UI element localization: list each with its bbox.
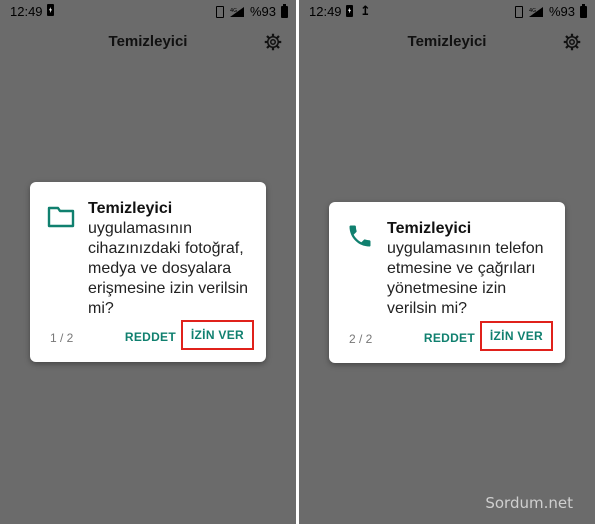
page-indicator: 1 / 2 bbox=[50, 331, 74, 345]
dialog-message: uygulamasının cihazınızdaki fotoğraf, me… bbox=[88, 220, 249, 317]
battery-icon bbox=[580, 3, 587, 18]
signal-icon: 4G bbox=[528, 6, 543, 17]
permission-dialog: Temizleyici uygulamasının cihazınızdaki … bbox=[30, 182, 266, 362]
settings-gear-icon[interactable] bbox=[563, 33, 581, 51]
phone-screen-left: 12:49 4G %93 Temizleyici Temizleyici uyg… bbox=[0, 0, 296, 524]
dialog-app-name: Temizleyici bbox=[88, 200, 173, 217]
watermark: Sordum.net bbox=[485, 494, 573, 512]
page-indicator: 2 / 2 bbox=[349, 332, 373, 346]
allow-button[interactable]: İZİN VER bbox=[180, 320, 254, 350]
settings-gear-icon[interactable] bbox=[264, 33, 282, 51]
svg-text:4G: 4G bbox=[529, 8, 536, 14]
upload-icon: ↥ bbox=[360, 3, 371, 18]
phone-screen-right: 12:49 ↥ 4G %93 Temizleyici Temizleyici u… bbox=[299, 0, 595, 524]
folder-icon bbox=[47, 206, 75, 228]
battery-icon bbox=[281, 3, 288, 18]
phone-icon bbox=[349, 225, 371, 247]
vibrate-icon bbox=[215, 5, 224, 18]
dialog-app-name: Temizleyici bbox=[387, 220, 472, 237]
signal-icon: 4G bbox=[229, 6, 244, 17]
battery-percent: %93 bbox=[249, 4, 276, 19]
battery-charging-icon bbox=[346, 4, 353, 17]
app-title: Temizleyici bbox=[407, 33, 487, 50]
deny-button[interactable]: REDDET bbox=[420, 325, 479, 351]
svg-text:4G: 4G bbox=[230, 8, 237, 14]
permission-dialog: Temizleyici uygulamasının telefon etmesi… bbox=[329, 202, 565, 363]
battery-charging-icon bbox=[47, 4, 54, 16]
vibrate-icon bbox=[514, 5, 523, 18]
deny-button[interactable]: REDDET bbox=[121, 324, 180, 350]
status-bar: 12:49 ↥ 4G %93 bbox=[299, 0, 595, 22]
status-bar: 12:49 4G %93 bbox=[0, 0, 296, 22]
battery-percent: %93 bbox=[548, 4, 575, 19]
status-time: 12:49 bbox=[309, 4, 342, 19]
dialog-message: uygulamasının telefon etmesine ve çağrıl… bbox=[387, 240, 544, 317]
status-time: 12:49 bbox=[10, 4, 43, 19]
allow-button[interactable]: İZİN VER bbox=[479, 321, 553, 351]
app-title: Temizleyici bbox=[108, 33, 188, 50]
